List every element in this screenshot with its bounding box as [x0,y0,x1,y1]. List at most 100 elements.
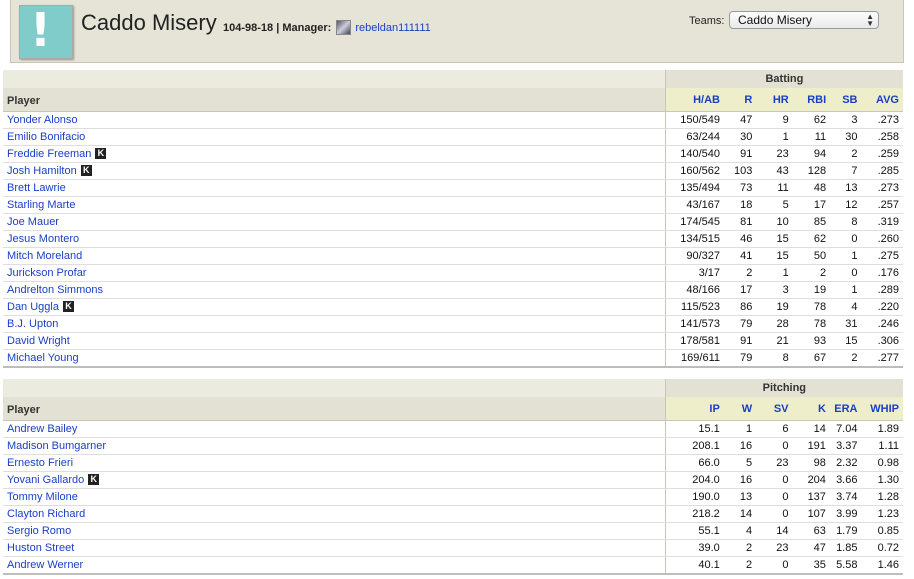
player-link[interactable]: Andrew Bailey [7,423,77,435]
column-header-k[interactable]: K [792,397,830,421]
stat-cell-avg: .257 [861,196,903,214]
stat-cell-avg: .277 [861,349,903,368]
stat-cell-k: 35 [792,556,830,575]
player-link[interactable]: Joe Mauer [7,216,59,228]
player-row: Clayton Richard 218.2 14 0 107 3.99 1.23 [3,505,903,523]
stat-cell-sb: 2 [830,145,862,163]
player-link[interactable]: Michael Young [7,352,79,364]
stat-cell-sb: 31 [830,315,862,333]
stat-cell-sb: 30 [830,128,862,146]
player-link[interactable]: Andrelton Simmons [7,284,103,296]
player-link[interactable]: Sergio Romo [7,525,71,537]
player-cell: David Wright [3,332,666,350]
player-link[interactable]: Jesus Montero [7,233,79,245]
stat-cell-sb: 15 [830,332,862,350]
stat-cell-avg: .289 [861,281,903,299]
stat-cell-ip: 39.0 [664,539,724,557]
teams-select[interactable]: Caddo Misery ▲ ▼ [729,11,879,29]
stat-cell-sb: 2 [830,349,862,368]
player-cell: Tommy Milone [3,488,666,506]
column-header-rbi[interactable]: RBI [792,88,831,112]
player-cell: Andrew Werner [3,556,666,575]
stat-cell-whip: 0.72 [861,539,903,557]
pitching-rows: Andrew Bailey 15.1 1 6 14 7.04 1.89 Madison Bum… [3,420,903,575]
player-link[interactable]: Clayton Richard [7,508,85,520]
stat-cell-avg: .220 [861,298,903,316]
stat-cell-rbi: 128 [792,162,831,180]
stat-cell-era: 3.37 [829,437,862,455]
stat-cell-sb: 0 [830,230,862,248]
player-link[interactable]: Tommy Milone [7,491,78,503]
stat-cell-h-ab: 134/515 [664,230,724,248]
stat-cell-sb: 7 [830,162,862,180]
stat-cell-whip: 0.98 [861,454,903,472]
player-link[interactable]: Freddie Freeman [7,148,91,160]
stat-cell-hr: 15 [756,230,793,248]
column-header-ip[interactable]: IP [664,397,724,421]
player-link[interactable]: Huston Street [7,542,74,554]
batting-rows: Yonder Alonso 150/549 47 9 62 3.273 Emilio Bon… [3,111,903,368]
column-header-w[interactable]: W [723,397,757,421]
k-badge-icon: K [88,474,100,485]
stat-cell-rbi: 93 [792,332,831,350]
stat-cell-h-ab: 90/327 [664,247,724,265]
stat-cell-rbi: 2 [792,264,831,282]
stat-cell-h-ab: 150/549 [664,111,724,129]
stat-cell-whip: 1.11 [861,437,903,455]
player-cell: Freddie Freeman K [3,145,666,163]
player-link[interactable]: Dan Uggla [7,301,59,313]
stat-cell-era: 7.04 [829,420,862,438]
stat-cell-avg: .275 [861,247,903,265]
player-row: Dan Uggla K 115/523 86 19 78 4.220 [3,298,903,316]
stat-cell-r: 2 [724,264,757,282]
player-link[interactable]: Emilio Bonifacio [7,131,85,143]
stat-cell-r: 86 [724,298,757,316]
player-link[interactable]: Yonder Alonso [7,114,78,126]
stat-cell-hr: 11 [756,179,793,197]
stat-cell-rbi: 62 [792,111,831,129]
player-row: David Wright 178/581 91 21 93 15.306 [3,332,903,350]
player-link[interactable]: Jurickson Profar [7,267,86,279]
player-link[interactable]: Brett Lawrie [7,182,66,194]
stat-cell-k: 98 [792,454,830,472]
column-header-sb[interactable]: SB [830,88,862,112]
player-link[interactable]: Yovani Gallardo [7,474,84,486]
player-link[interactable]: Mitch Moreland [7,250,82,262]
stat-cell-r: 91 [724,332,757,350]
player-cell: Josh Hamilton K [3,162,666,180]
player-row: Yovani Gallardo K 204.0 16 0 204 3.66 1.30 [3,471,903,489]
player-link[interactable]: Madison Bumgarner [7,440,106,452]
column-header-era[interactable]: ERA [829,397,862,421]
player-link[interactable]: B.J. Upton [7,318,58,330]
player-link[interactable]: Starling Marte [7,199,75,211]
stat-cell-hr: 15 [756,247,793,265]
stat-cell-h-ab: 140/540 [664,145,724,163]
stat-cell-rbi: 85 [792,213,831,231]
stat-cell-h-ab: 3/17 [664,264,724,282]
stat-cell-ip: 40.1 [664,556,724,575]
column-header-avg[interactable]: AVG [861,88,903,112]
stat-cell-sb: 1 [830,247,862,265]
column-header-h-ab[interactable]: H/AB [664,88,724,112]
column-header-whip[interactable]: WHIP [861,397,903,421]
manager-link[interactable]: rebeldan111111 [355,22,430,34]
player-row: Jurickson Profar 3/17 2 1 2 0.176 [3,264,903,282]
teams-label: Teams: [689,15,725,27]
team-record: 104-98-18 [223,22,274,34]
player-link[interactable]: Ernesto Frieri [7,457,73,469]
stat-cell-rbi: 78 [792,315,831,333]
player-link[interactable]: David Wright [7,335,70,347]
stat-cell-hr: 1 [756,264,793,282]
player-row: Sergio Romo 55.1 4 14 63 1.79 0.85 [3,522,903,540]
stat-cell-rbi: 19 [792,281,831,299]
column-header-r[interactable]: R [724,88,757,112]
player-row: Josh Hamilton K 160/562 103 43 128 7.285 [3,162,903,180]
player-link[interactable]: Andrew Werner [7,559,83,571]
player-row: Michael Young 169/611 79 8 67 2.277 [3,349,903,368]
player-cell: Starling Marte [3,196,666,214]
player-link[interactable]: Josh Hamilton [7,165,77,177]
column-header-sv[interactable]: SV [756,397,793,421]
column-header-hr[interactable]: HR [756,88,793,112]
player-row: Brett Lawrie 135/494 73 11 48 13.273 [3,179,903,197]
stat-cell-avg: .273 [861,111,903,129]
